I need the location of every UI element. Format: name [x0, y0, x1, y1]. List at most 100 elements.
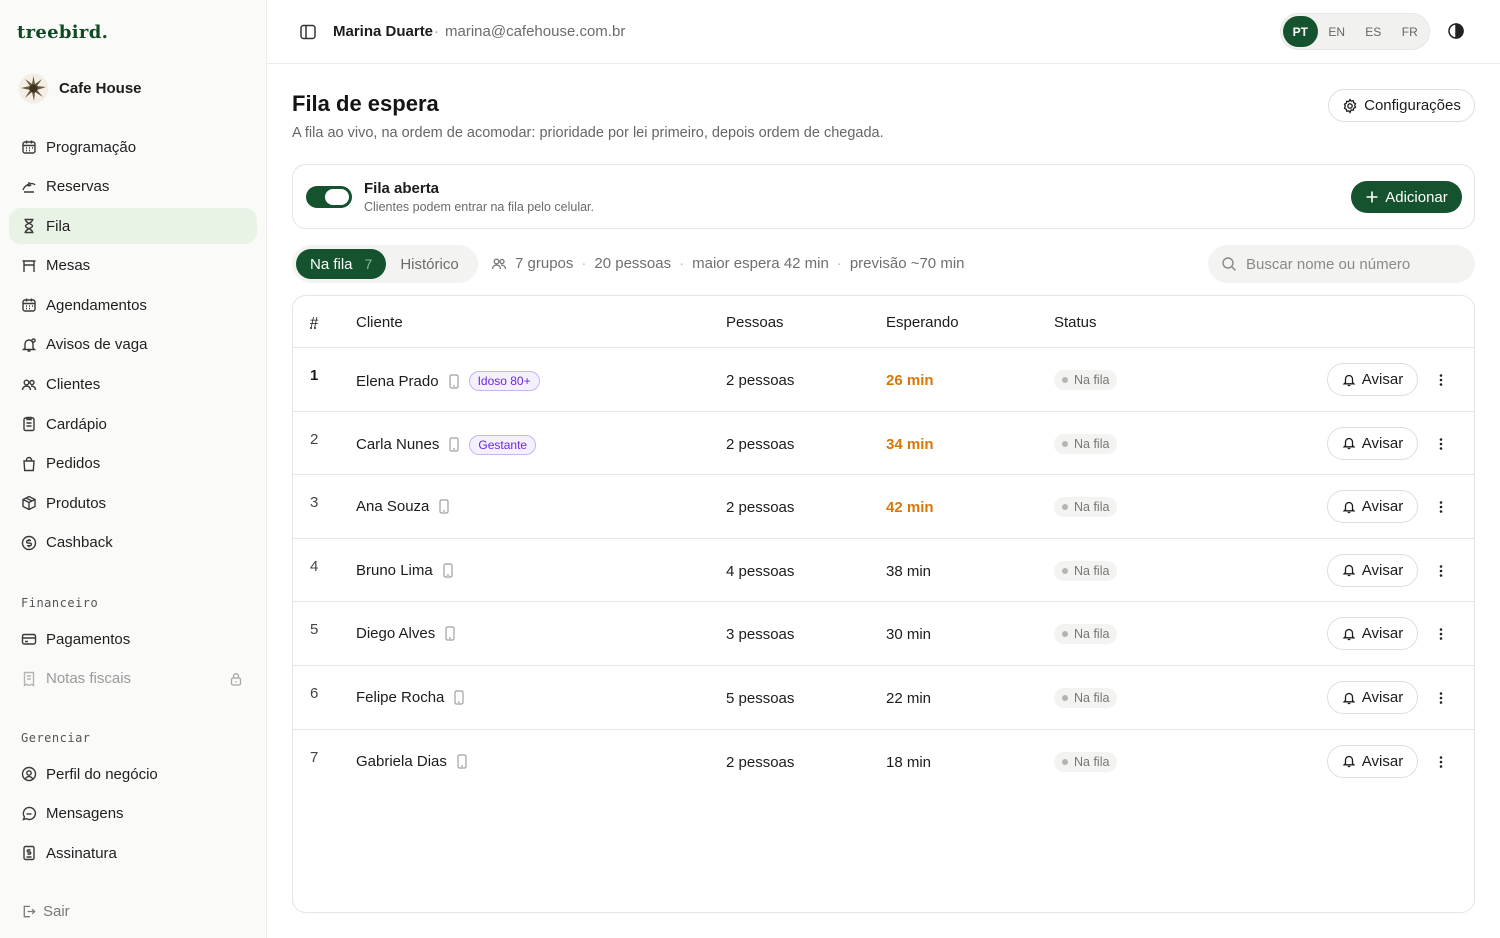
party-size: 2 pessoas — [726, 435, 795, 453]
settings-label: Configurações — [1364, 97, 1461, 114]
menu-book-icon — [23, 416, 35, 432]
language-es-button[interactable]: ES — [1356, 16, 1391, 47]
row-number: 6 — [310, 685, 319, 702]
notify-button[interactable]: Avisar — [1327, 744, 1418, 778]
notify-button[interactable]: Avisar — [1327, 363, 1418, 396]
notify-button[interactable]: Avisar — [1327, 681, 1418, 714]
scroll-fade — [0, 875, 266, 897]
column-header-number: # — [310, 314, 319, 331]
more-options-icon[interactable] — [1433, 690, 1449, 706]
tab-na-fila[interactable]: Na fila 7 — [296, 249, 387, 279]
more-options-icon[interactable] — [1433, 754, 1449, 770]
business-switcher[interactable]: Cafe House — [17, 72, 142, 105]
wait-time: 22 min — [886, 690, 932, 707]
sidebar-item-agendamentos[interactable]: Agendamentos — [9, 287, 257, 323]
notify-label: Avisar — [1361, 752, 1404, 770]
wait-time: 30 min — [886, 626, 932, 644]
table-header: # Cliente Pessoas Esperando Status — [293, 296, 1474, 348]
table-row[interactable]: 2 Carla Nunes Gestante 2 pessoas 34 min Na fi… — [293, 412, 1474, 476]
sidebar-item-fila[interactable]: Fila — [9, 208, 257, 245]
search-icon — [1222, 257, 1236, 271]
bell-icon — [21, 338, 37, 352]
main-nav: Programação Reservas Fila Mesas Agendame… — [9, 129, 257, 565]
sidebar-item-cardapio[interactable]: Cardápio — [9, 406, 257, 442]
more-options-icon[interactable] — [1433, 436, 1449, 452]
add-button[interactable]: Adicionar — [1351, 181, 1462, 213]
table-row[interactable]: 7 Gabriela Dias 2 pessoas 18 min Na fila Avis… — [293, 730, 1474, 794]
status-badge: Na fila — [1054, 560, 1118, 581]
logout-label: Sair — [43, 903, 70, 920]
status-badge: Na fila — [1054, 370, 1118, 390]
logout-button[interactable]: Sair — [21, 903, 70, 920]
notify-button[interactable]: Avisar — [1327, 617, 1418, 651]
bell-icon — [1342, 437, 1356, 450]
sidebar-item-clientes[interactable]: Clientes — [9, 367, 257, 403]
sidebar-item-programacao[interactable]: Programação — [9, 129, 257, 165]
party-size: 2 pessoas — [726, 499, 795, 517]
sidebar-item-produtos[interactable]: Produtos — [9, 485, 257, 521]
more-options-icon[interactable] — [1433, 372, 1449, 388]
sidebar-item-label: Cashback — [46, 534, 113, 552]
language-pt-button[interactable]: PT — [1283, 16, 1318, 47]
users-icon — [491, 258, 507, 269]
sidebar-item-pagamentos[interactable]: Pagamentos — [9, 621, 257, 657]
table-row[interactable]: 1 Elena Prado Idoso 80+ 2 pessoas 26 min Na f… — [293, 348, 1474, 412]
sidebar-toggle-icon[interactable] — [299, 23, 317, 41]
status-badge: Na fila — [1054, 624, 1118, 645]
sidebar-item-mesas[interactable]: Mesas — [9, 248, 257, 284]
phone-icon — [445, 626, 455, 641]
sidebar-item-label: Agendamentos — [46, 296, 147, 314]
status-badge: Na fila — [1054, 688, 1118, 708]
sidebar-item-pedidos[interactable]: Pedidos — [9, 446, 257, 482]
client-cell: Ana Souza — [356, 498, 450, 515]
status-label: Na fila — [1074, 754, 1110, 769]
theme-toggle-icon[interactable] — [1447, 22, 1465, 40]
more-options-icon[interactable] — [1433, 499, 1449, 515]
notify-button[interactable]: Avisar — [1327, 426, 1418, 460]
sidebar-item-cashback[interactable]: Cashback — [9, 525, 257, 561]
wait-time: 26 min — [886, 372, 934, 389]
client-cell: Gabriela Dias — [356, 753, 468, 770]
party-size: 2 pessoas — [726, 372, 795, 389]
table-row[interactable]: 5 Diego Alves 3 pessoas 30 min Na fila Avisar — [293, 602, 1474, 666]
wait-time: 38 min — [886, 562, 932, 580]
user-separator: · — [434, 23, 439, 40]
notify-button[interactable]: Avisar — [1327, 490, 1418, 524]
notify-button[interactable]: Avisar — [1327, 553, 1418, 587]
more-options-icon[interactable] — [1433, 626, 1449, 642]
table-row[interactable]: 6 Felipe Rocha 5 pessoas 22 min Na fila Avisa… — [293, 666, 1474, 730]
business-avatar-icon — [17, 72, 50, 105]
column-header-people: Pessoas — [726, 314, 784, 331]
sidebar-item-notas-fiscais[interactable]: Notas fiscais — [9, 661, 257, 697]
section-label-financeiro: Financeiro — [21, 596, 99, 610]
table-row[interactable]: 4 Bruno Lima 4 pessoas 38 min Na fila Avisar — [293, 539, 1474, 603]
sidebar-item-mensagens[interactable]: Mensagens — [9, 796, 257, 832]
more-options-icon[interactable] — [1433, 563, 1449, 579]
stat-forecast: previsão ~70 min — [849, 255, 965, 272]
language-en-button[interactable]: EN — [1320, 16, 1355, 47]
table-row[interactable]: 3 Ana Souza 2 pessoas 42 min Na fila Avisar — [293, 475, 1474, 539]
gear-icon — [1343, 97, 1357, 114]
tab-historico[interactable]: Histórico — [386, 249, 472, 279]
sidebar-item-perfil-do-negocio[interactable]: Perfil do negócio — [9, 756, 257, 792]
row-number: 1 — [310, 367, 319, 384]
sidebar-item-reservas[interactable]: Reservas — [9, 169, 257, 205]
sidebar-item-assinatura[interactable]: Assinatura — [9, 835, 257, 871]
queue-open-toggle[interactable] — [306, 186, 352, 208]
sidebar-item-avisos-de-vaga[interactable]: Avisos de vaga — [9, 327, 257, 363]
settings-button[interactable]: Configurações — [1328, 89, 1475, 122]
page-subtitle: A fila ao vivo, na ordem de acomodar: pr… — [292, 125, 884, 141]
status-label: Na fila — [1074, 627, 1110, 642]
client-name: Carla Nunes — [356, 436, 440, 454]
status-badge: Na fila — [1054, 433, 1118, 454]
tab-count: 7 — [364, 256, 373, 272]
sidebar-item-label: Reservas — [46, 178, 110, 196]
lock-icon — [230, 672, 242, 686]
language-fr-button[interactable]: FR — [1393, 16, 1428, 47]
search-input[interactable] — [1246, 255, 1456, 273]
brand-logo[interactable]: treebird. — [17, 22, 108, 43]
sidebar-item-label: Cardápio — [46, 415, 107, 433]
financeiro-nav: Pagamentos Notas fiscais — [9, 621, 257, 700]
business-name: Cafe House — [59, 80, 142, 97]
gerenciar-nav: Perfil do negócio Mensagens Assinatura — [9, 756, 257, 875]
